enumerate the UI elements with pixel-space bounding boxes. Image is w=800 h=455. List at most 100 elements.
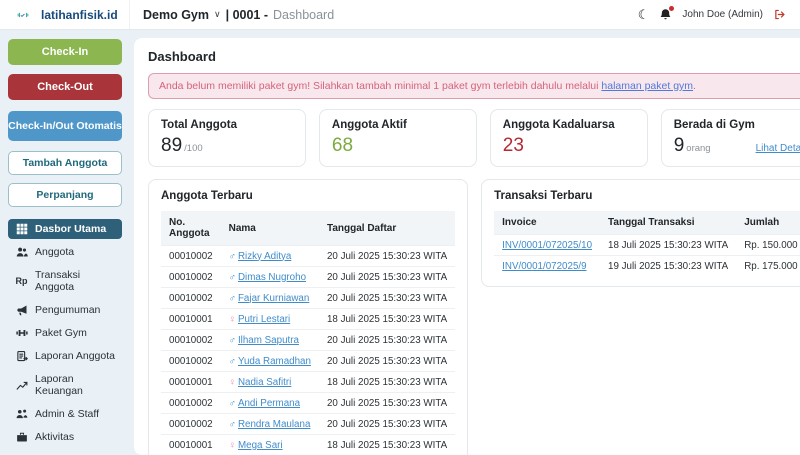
member-date: 20 Juli 2025 15:30:23 WITA: [319, 393, 455, 414]
total-value: 89: [161, 135, 182, 157]
member-no: 00010001: [161, 309, 221, 330]
user-name[interactable]: John Doe (Admin): [682, 9, 763, 20]
transaction-amount: Rp. 150.000: [736, 235, 800, 256]
male-icon: ♂: [229, 398, 236, 409]
sidebar-item-label: Laporan Keuangan: [35, 373, 115, 397]
total-suffix: /100: [184, 143, 203, 154]
sidebar-item-anggota[interactable]: Anggota: [8, 242, 122, 262]
megaphone-icon: [15, 304, 28, 316]
check-in-button[interactable]: Check-In: [8, 39, 122, 65]
sidebar-item-aktivitas[interactable]: Aktivitas: [8, 427, 122, 447]
table-row: 00010001 ♀Nadia Safitri 18 Juli 2025 15:…: [161, 372, 455, 393]
sidebar-menu: Dasbor Utama Anggota Rp Transaksi Anggot…: [8, 219, 122, 455]
member-name-link[interactable]: Ilham Saputra: [238, 335, 299, 346]
card-title: Total Anggota: [161, 119, 293, 131]
invoice-link[interactable]: INV/0001/072025/10: [502, 240, 592, 251]
member-no: 00010002: [161, 246, 221, 267]
no-package-alert: Anda belum memiliki paket gym! Silahkan …: [148, 73, 800, 99]
table-row: 00010002 ♂Rendra Maulana 20 Juli 2025 15…: [161, 414, 455, 435]
member-no: 00010002: [161, 393, 221, 414]
member-date: 18 Juli 2025 15:30:23 WITA: [319, 372, 455, 393]
table-row: 00010002 ♂Fajar Kurniawan 20 Juli 2025 1…: [161, 288, 455, 309]
male-icon: ♂: [229, 419, 236, 430]
dashboard-grid-icon: [15, 223, 28, 235]
member-date: 20 Juli 2025 15:30:23 WITA: [319, 246, 455, 267]
transaction-date: 18 Juli 2025 15:30:23 WITA: [600, 235, 736, 256]
member-date: 20 Juli 2025 15:30:23 WITA: [319, 288, 455, 309]
renew-button[interactable]: Perpanjang: [8, 183, 122, 207]
member-date: 20 Juli 2025 15:30:23 WITA: [319, 330, 455, 351]
table-row: INV/0001/072025/9 19 Juli 2025 15:30:23 …: [494, 256, 800, 277]
male-icon: ♂: [229, 272, 236, 283]
table-row: 00010002 ♂Rizky Aditya 20 Juli 2025 15:3…: [161, 246, 455, 267]
female-icon: ♀: [229, 377, 236, 388]
transaction-date: 19 Juli 2025 15:30:23 WITA: [600, 256, 736, 277]
member-date: 20 Juli 2025 15:30:23 WITA: [319, 267, 455, 288]
main-content: Dashboard Anda belum memiliki paket gym!…: [130, 30, 800, 455]
member-name-link[interactable]: Dimas Nugroho: [238, 272, 306, 283]
card-title: Anggota Kadaluarsa: [503, 119, 635, 131]
sidebar-item-label: Admin & Staff: [35, 408, 99, 420]
expired-value: 23: [503, 135, 524, 157]
member-date: 18 Juli 2025 15:30:23 WITA: [319, 309, 455, 330]
notification-badge: [669, 6, 674, 11]
members-panel: Anggota Terbaru No. Anggota Nama Tanggal…: [148, 179, 468, 455]
male-icon: ♂: [229, 293, 236, 304]
member-name-link[interactable]: Andi Permana: [238, 398, 300, 409]
notifications-bell-icon[interactable]: [659, 8, 672, 21]
sidebar-item-pengaturan[interactable]: ⚙ Pengaturan: [8, 450, 122, 455]
logout-icon[interactable]: [773, 8, 786, 21]
card-total-anggota: Total Anggota 89 /100: [148, 109, 306, 167]
invoice-link[interactable]: INV/0001/072025/9: [502, 261, 586, 272]
topbar: latihanfisik.id Demo Gym ∨ | 0001 - Dash…: [0, 0, 800, 30]
paket-gym-link[interactable]: halaman paket gym: [601, 80, 693, 92]
table-row: 00010002 ♂Yuda Ramadhan 20 Juli 2025 15:…: [161, 351, 455, 372]
sidebar-item-laporan-anggota[interactable]: Laporan Anggota: [8, 346, 122, 366]
brand-logo[interactable]: latihanfisik.id: [0, 0, 130, 29]
member-name-link[interactable]: Putri Lestari: [238, 314, 290, 325]
auto-check-in-out-button[interactable]: Check-In/Out Otomatis: [8, 111, 122, 141]
chevron-down-icon[interactable]: ∨: [214, 9, 221, 20]
brand-name: latihanfisik.id: [41, 8, 118, 22]
sidebar-item-paket-gym[interactable]: Paket Gym: [8, 323, 122, 343]
transactions-table: Invoice Tanggal Transaksi Jumlah INV/000…: [494, 211, 800, 276]
lihat-detail-link[interactable]: Lihat Detail: [756, 143, 800, 154]
sidebar-item-label: Laporan Anggota: [35, 350, 115, 362]
gym-name: Demo Gym: [143, 8, 209, 22]
col-header: Nama: [221, 211, 319, 246]
transaction-amount: Rp. 175.000: [736, 256, 800, 277]
dumbbell-check-logo-icon: [10, 9, 36, 21]
admin-staff-icon: [15, 408, 28, 420]
sidebar-item-laporan-keuangan[interactable]: Laporan Keuangan: [8, 369, 122, 401]
alert-text: Anda belum memiliki paket gym! Silahkan …: [159, 80, 601, 92]
member-name-link[interactable]: Nadia Safitri: [238, 377, 291, 388]
table-row: 00010002 ♂Ilham Saputra 20 Juli 2025 15:…: [161, 330, 455, 351]
sidebar-item-dasbor-utama[interactable]: Dasbor Utama: [8, 219, 122, 239]
transactions-title: Transaksi Terbaru: [494, 190, 800, 202]
member-name-link[interactable]: Mega Sari: [238, 440, 283, 451]
sidebar: Check-In Check-Out Check-In/Out Otomatis…: [0, 30, 130, 455]
page-title: Dashboard: [148, 49, 800, 64]
sidebar-item-label: Paket Gym: [35, 327, 87, 339]
dumbbell-icon: [15, 327, 28, 339]
active-value: 68: [332, 135, 353, 157]
briefcase-icon: [15, 431, 28, 443]
col-header: Invoice: [494, 211, 600, 235]
check-out-button[interactable]: Check-Out: [8, 74, 122, 100]
sidebar-item-transaksi-anggota[interactable]: Rp Transaksi Anggota: [8, 265, 122, 297]
add-member-button[interactable]: Tambah Anggota: [8, 151, 122, 175]
member-no: 00010002: [161, 351, 221, 372]
sidebar-item-pengumuman[interactable]: Pengumuman: [8, 300, 122, 320]
member-name-link[interactable]: Yuda Ramadhan: [238, 356, 311, 367]
member-name-link[interactable]: Rizky Aditya: [238, 251, 291, 262]
member-no: 00010001: [161, 435, 221, 455]
sidebar-item-admin-staff[interactable]: Admin & Staff: [8, 404, 122, 424]
member-name-link[interactable]: Rendra Maulana: [238, 419, 310, 430]
stat-cards: Total Anggota 89 /100 Anggota Aktif 68 A…: [148, 109, 800, 167]
transactions-panel: Transaksi Terbaru Invoice Tanggal Transa…: [481, 179, 800, 287]
dark-mode-moon-icon[interactable]: ☾: [638, 8, 650, 21]
member-name-link[interactable]: Fajar Kurniawan: [238, 293, 309, 304]
alert-suffix: .: [693, 80, 696, 92]
in-gym-value: 9: [674, 135, 685, 157]
users-icon: [15, 246, 28, 258]
